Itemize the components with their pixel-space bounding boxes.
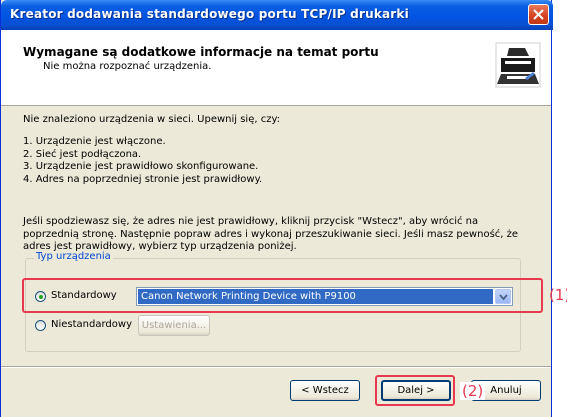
callout-2: (2) [460, 382, 486, 400]
checklist-item: 4. Adres na poprzedniej stronie jest pra… [23, 173, 263, 185]
checklist: 1. Urządzenie jest włączone. 2. Sieć jes… [23, 136, 262, 186]
title-bar: Kreator dodawania standardowego portu TC… [1, 0, 553, 30]
callout-1: (1) [549, 286, 567, 304]
footer-separator [1, 366, 551, 368]
header-title: Wymagane są dodatkowe informacje na tema… [23, 45, 379, 59]
checklist-item: 1. Urządzenie jest włączone. [23, 136, 166, 147]
help-text: Jeśli spodziewasz się, że adres nie jest… [23, 216, 519, 252]
intro-text: Nie znaleziono urządzenia w sieci. Upewn… [23, 114, 281, 125]
highlight-device-type [22, 278, 543, 313]
close-button[interactable] [528, 4, 549, 25]
checklist-item: 2. Sieć jest podłączona. [23, 148, 142, 160]
checklist-item: 3. Urządzenie jest prawidłowo skonfiguro… [23, 161, 259, 172]
device-type-label: Typ urządzenia [34, 251, 113, 262]
printer-icon [495, 42, 541, 88]
header-subtitle: Nie można rozpoznać urządzenia. [43, 61, 212, 72]
highlight-next-button [375, 375, 455, 406]
wizard-window: Kreator dodawania standardowego portu TC… [0, 0, 553, 417]
wizard-header: Wymagane są dodatkowe informacje na tema… [1, 30, 551, 106]
window-title: Kreator dodawania standardowego portu TC… [10, 7, 409, 21]
close-icon [533, 9, 544, 20]
settings-button[interactable]: Ustawienia... [138, 315, 210, 336]
wizard-content: Nie znaleziono urządzenia w sieci. Upewn… [1, 106, 551, 366]
custom-radio[interactable] [35, 320, 46, 331]
custom-radio-label[interactable]: Niestandardowy [51, 319, 132, 330]
back-button[interactable]: < Wstecz [290, 380, 360, 401]
